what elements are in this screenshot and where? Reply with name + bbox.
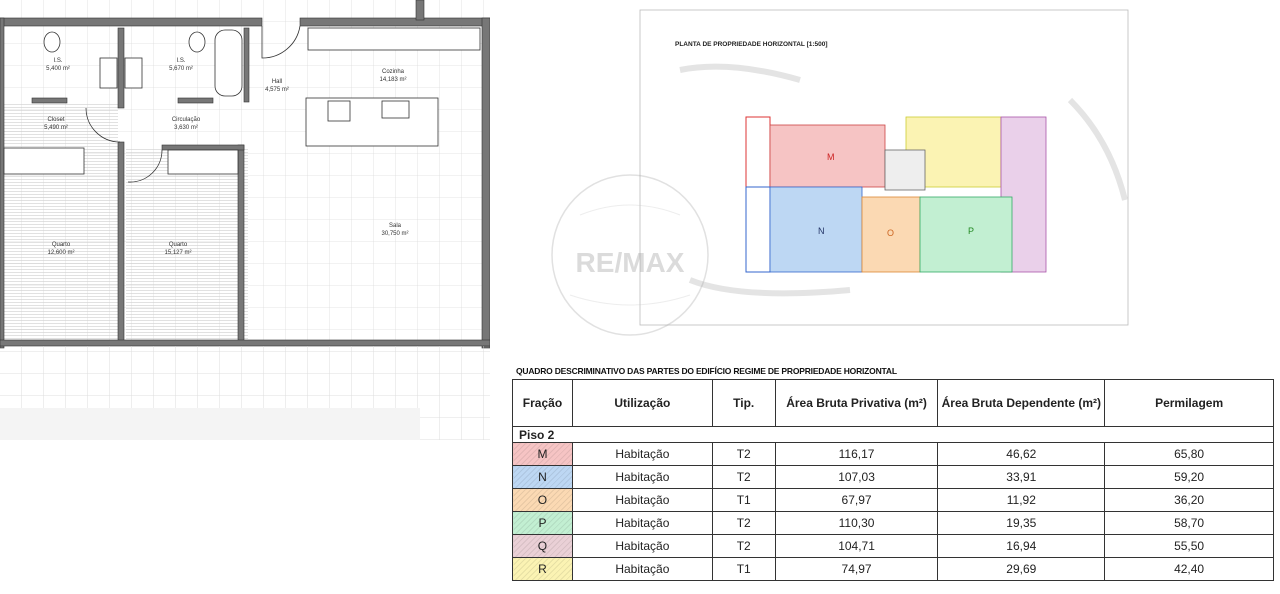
section-row: Piso 2: [512, 426, 1274, 443]
room-name: I.S.: [176, 58, 185, 64]
cell-utilizacao: Habitação: [571, 534, 713, 558]
cell-privativa: 107,03: [774, 465, 939, 489]
table-row: O Habitação T1 67,97 11,92 36,20: [512, 488, 1274, 512]
fraction-label-o: O: [887, 228, 894, 238]
header-utilizacao: Utilização: [571, 379, 713, 427]
cell-privativa: 116,17: [774, 442, 939, 466]
table-row: N Habitação T2 107,03 33,91 59,20: [512, 465, 1274, 489]
room-name: Cozinha: [382, 69, 405, 75]
room-name: Circulação: [172, 117, 201, 123]
cell-fracao: N: [512, 465, 573, 489]
cell-dependente: 33,91: [937, 465, 1106, 489]
fraction-label-p: P: [968, 226, 974, 236]
cell-dependente: 19,35: [937, 511, 1106, 535]
room-area: 12,600 m²: [47, 250, 74, 256]
header-tip: Tip.: [711, 379, 776, 427]
cell-permilagem: 42,40: [1104, 557, 1274, 581]
section-label: Piso 2: [512, 426, 1274, 443]
cell-utilizacao: Habitação: [571, 442, 713, 466]
table-row: R Habitação T1 74,97 29,69 42,40: [512, 557, 1274, 581]
cell-fracao: Q: [512, 534, 573, 558]
room-name: I.S.: [53, 58, 62, 64]
room-area: 14,183 m²: [379, 77, 406, 83]
room-name: Sala: [389, 223, 402, 229]
room-name: Closet: [47, 117, 64, 123]
table-row: Q Habitação T2 104,71 16,94 55,50: [512, 534, 1274, 558]
room-area: 3,630 m²: [174, 125, 198, 131]
cell-tip: T1: [711, 488, 776, 512]
room-area: 5,490 m²: [44, 125, 68, 131]
watermark: RE/MAX: [576, 247, 685, 278]
cell-utilizacao: Habitação: [571, 488, 713, 512]
cell-fracao: M: [512, 442, 573, 466]
header-area-dependente: Área Bruta Dependente (m²): [937, 379, 1106, 427]
cell-tip: T2: [711, 442, 776, 466]
room-name: Quarto: [52, 242, 71, 248]
cell-utilizacao: Habitação: [571, 465, 713, 489]
fractions-table: Fração Utilização Tip. Área Bruta Privat…: [512, 379, 1274, 581]
cell-fracao: P: [512, 511, 573, 535]
cell-utilizacao: Habitação: [571, 511, 713, 535]
room-area: 15,127 m²: [164, 250, 191, 256]
cell-fracao: O: [512, 488, 573, 512]
cell-utilizacao: Habitação: [571, 557, 713, 581]
fraction-label-n: N: [818, 226, 825, 236]
cell-fracao: R: [512, 557, 573, 581]
table-row: M Habitação T2 116,17 46,62 65,80: [512, 442, 1274, 466]
header-area-privativa: Área Bruta Privativa (m²): [774, 379, 939, 427]
cell-permilagem: 58,70: [1104, 511, 1274, 535]
cell-permilagem: 36,20: [1104, 488, 1274, 512]
cell-dependente: 46,62: [937, 442, 1106, 466]
table-header-row: Fração Utilização Tip. Área Bruta Privat…: [512, 379, 1274, 427]
room-area: 4,575 m²: [265, 87, 289, 93]
cell-permilagem: 55,50: [1104, 534, 1274, 558]
room-area: 30,750 m²: [381, 231, 408, 237]
room-name: Hall: [272, 79, 282, 85]
cell-dependente: 29,69: [937, 557, 1106, 581]
cell-tip: T2: [711, 511, 776, 535]
cell-tip: T2: [711, 465, 776, 489]
floor-plan: I.S. 5,400 m² I.S. 5,670 m² Hall 4,575 m…: [0, 0, 490, 440]
cell-privativa: 74,97: [774, 557, 939, 581]
cell-dependente: 11,92: [937, 488, 1106, 512]
site-plan-title: PLANTA DE PROPRIEDADE HORIZONTAL [1:500]: [675, 41, 828, 48]
room-area: 5,400 m²: [46, 66, 70, 72]
room-area: 5,670 m²: [169, 66, 193, 72]
cell-permilagem: 65,80: [1104, 442, 1274, 466]
header-fracao: Fração: [512, 379, 573, 427]
fraction-label-m: M: [827, 152, 835, 162]
table-row: P Habitação T2 110,30 19,35 58,70: [512, 511, 1274, 535]
cell-dependente: 16,94: [937, 534, 1106, 558]
table-title: QUADRO DESCRIMINATIVO DAS PARTES DO EDIF…: [516, 366, 897, 376]
cell-privativa: 104,71: [774, 534, 939, 558]
cell-privativa: 67,97: [774, 488, 939, 512]
cell-tip: T1: [711, 557, 776, 581]
cell-tip: T2: [711, 534, 776, 558]
cell-permilagem: 59,20: [1104, 465, 1274, 489]
cell-privativa: 110,30: [774, 511, 939, 535]
site-plan: PLANTA DE PROPRIEDADE HORIZONTAL [1:500]…: [551, 9, 1129, 336]
room-name: Quarto: [169, 242, 188, 248]
header-permilagem: Permilagem: [1104, 379, 1274, 427]
